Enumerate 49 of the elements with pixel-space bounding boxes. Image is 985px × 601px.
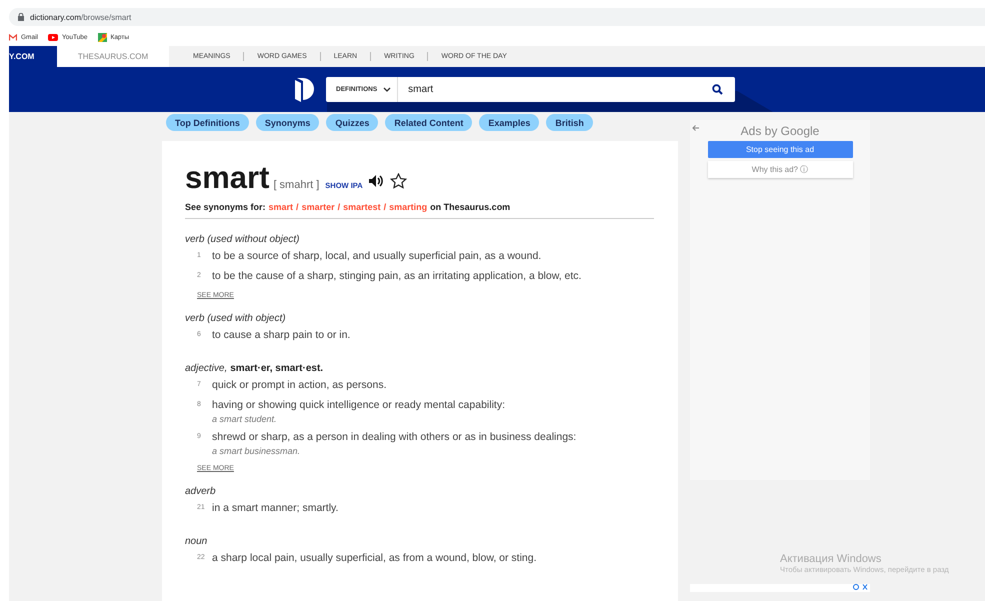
definition-text: a sharp local pain, usually superficial, as from a wound, blow, or sting. — [212, 552, 537, 565]
search-button[interactable] — [706, 77, 735, 102]
section-pill[interactable]: Examples — [479, 114, 540, 131]
definition-text: to cause a sharp pain to or in. — [212, 329, 350, 342]
separator: / — [338, 202, 340, 212]
definition-text: to be a source of sharp, local, and usually superficial pain, as a wound. — [212, 250, 542, 263]
lock-icon — [18, 13, 24, 21]
star-icon[interactable] — [390, 173, 407, 189]
ad-choices-icon[interactable] — [853, 584, 868, 590]
site-tab[interactable]: THESAURUS.COM — [57, 46, 169, 67]
speaker-icon[interactable] — [368, 175, 384, 187]
logo-icon[interactable] — [293, 76, 315, 102]
site-tab[interactable]: Y.COM — [9, 46, 57, 67]
part-of-speech: noun — [185, 536, 208, 547]
url-text: dictionary.com/browse/smart — [30, 12, 132, 22]
part-of-speech: adverb — [185, 486, 216, 497]
section-pill[interactable]: Top Definitions — [166, 114, 249, 131]
example-text: a smart businessman. — [212, 446, 302, 456]
activation-title: Активация Windows — [780, 553, 882, 565]
section-pill[interactable]: Related Content — [385, 114, 472, 131]
part-of-speech: adjective, — [185, 363, 228, 374]
definition-text: having or showing quick intelligence or ready mental capability: — [212, 399, 505, 412]
section-pill[interactable]: British — [546, 114, 593, 131]
definition-text: quick or prompt in action, as persons. — [212, 379, 387, 392]
back-arrow-icon[interactable] — [692, 125, 699, 131]
stop-ad-button[interactable]: Stop seeing this ad — [708, 141, 852, 158]
synonyms-source: on Thesaurus.com — [430, 202, 510, 212]
part-of-speech: verb (used with object) — [185, 313, 286, 324]
ad-title: Ads by Google — [740, 124, 820, 138]
mail-icon — [9, 34, 17, 40]
headword: smart — [185, 163, 270, 193]
section-pill[interactable]: Quizzes — [326, 114, 378, 131]
part-of-speech: verb (used without object) — [185, 234, 300, 245]
play-icon — [48, 34, 58, 40]
separator: / — [384, 202, 386, 212]
pronunciation: [ smahrt ] — [273, 179, 320, 191]
separator: / — [296, 202, 299, 212]
chevron-icon — [383, 87, 392, 92]
example-text: a smart student. — [212, 414, 278, 424]
search-field[interactable]: smart — [399, 77, 706, 102]
why-ad-button[interactable]: Why this ad? ⓘ — [708, 161, 852, 178]
definition-text: in a smart manner; smartly. — [212, 502, 338, 515]
section-pill[interactable]: Synonyms — [256, 114, 320, 131]
address-bar[interactable]: dictionary.com/browse/smart — [9, 8, 985, 26]
word-forms: smart·er, smart·est. — [230, 363, 324, 374]
definition-text: shrewd or sharp, as a person in dealing with others or as in business dealings: — [212, 431, 576, 444]
definition-text: to be the cause of a sharp, stinging pain, as an irritating application, a blow, etc. — [212, 270, 582, 283]
search-icon — [712, 84, 723, 95]
synonyms-label: See synonyms for: — [185, 202, 266, 212]
